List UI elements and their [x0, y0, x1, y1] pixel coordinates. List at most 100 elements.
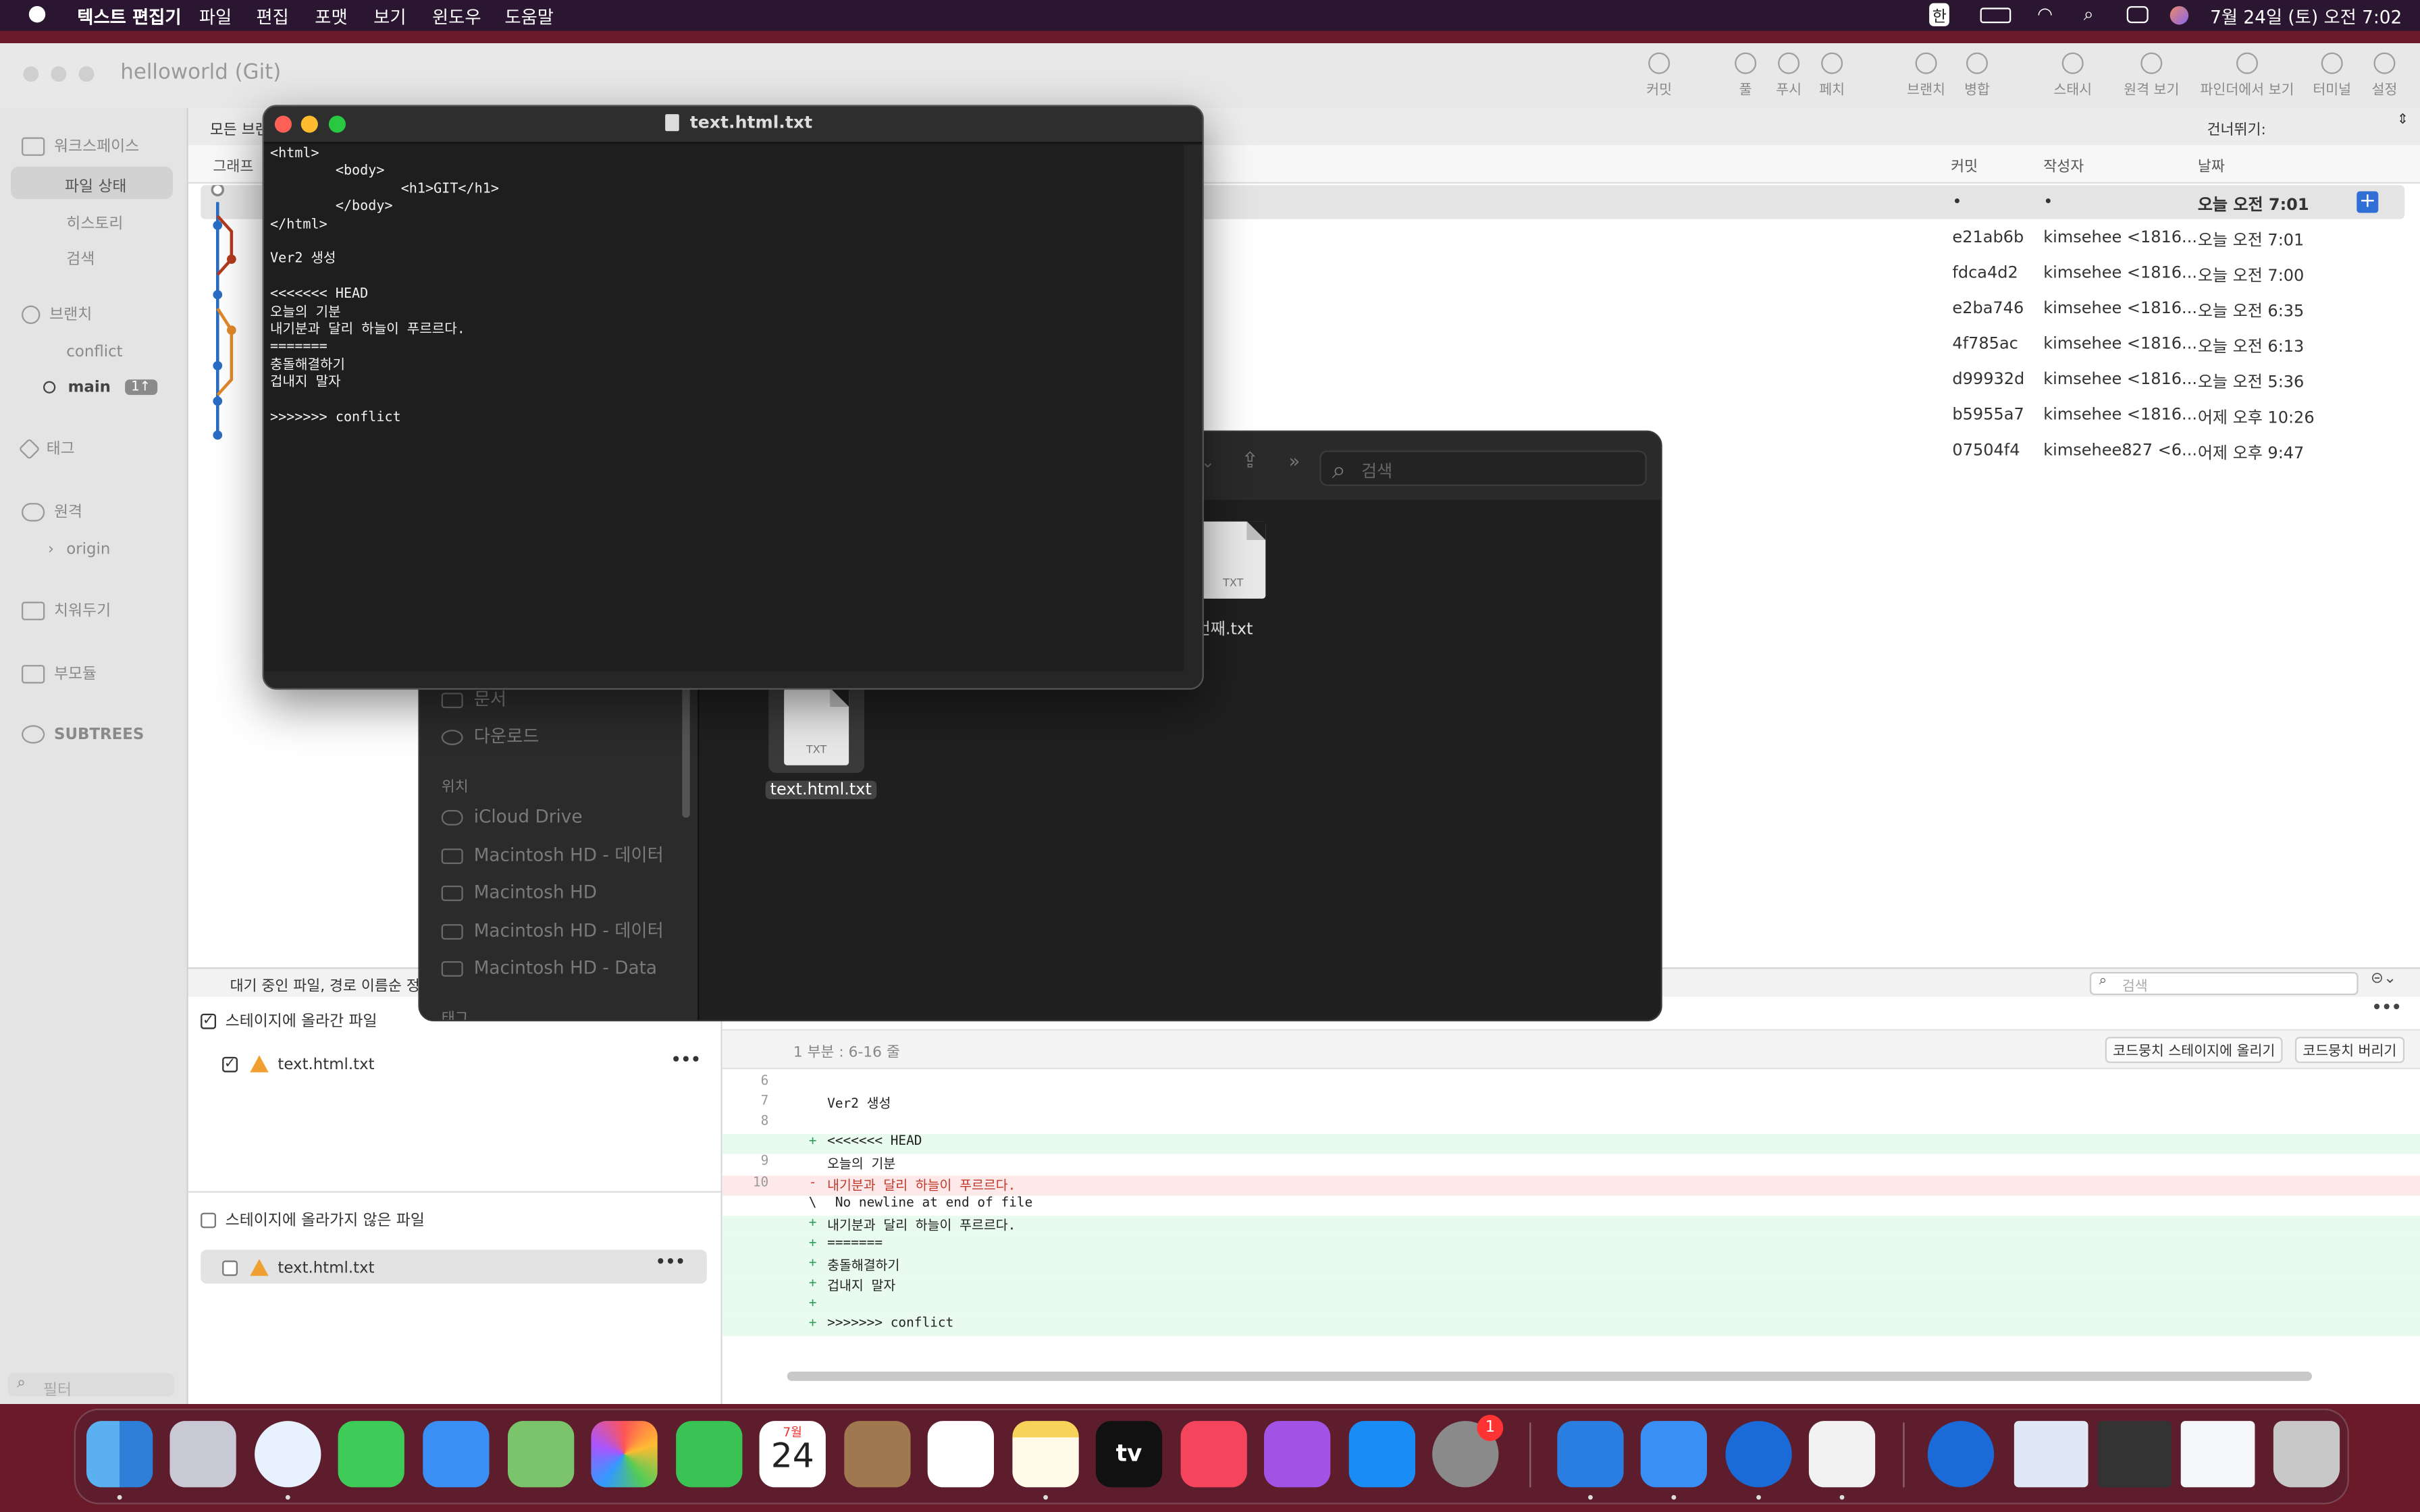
- merge-button[interactable]: 병합: [1943, 52, 2011, 99]
- sidebar-item-history[interactable]: 히스토리: [66, 210, 123, 233]
- app-store-icon[interactable]: [1348, 1421, 1415, 1488]
- unstaged-file-row[interactable]: text.html.txt •••: [201, 1249, 707, 1284]
- vertical-scrollbar[interactable]: [1184, 144, 1203, 673]
- sidebar-tags[interactable]: 태그: [18, 435, 75, 460]
- contacts-icon[interactable]: [844, 1421, 911, 1488]
- sidebar-item-conflict[interactable]: conflict: [66, 344, 122, 361]
- sidebar-remotes[interactable]: 원격: [22, 498, 82, 522]
- music-icon[interactable]: [1180, 1421, 1247, 1488]
- minimized-window-thumbnail[interactable]: [2014, 1421, 2088, 1488]
- discard-hunk-button[interactable]: 코드뭉치 버리기: [2294, 1037, 2404, 1063]
- minimized-window-thumbnail[interactable]: [2180, 1421, 2255, 1488]
- fetch-button[interactable]: 페치: [1798, 52, 1866, 99]
- close-button[interactable]: [274, 115, 292, 133]
- sidebar-filter-field[interactable]: ⌕ 필터: [7, 1373, 175, 1399]
- wifi-icon[interactable]: ◠: [2037, 3, 2053, 25]
- sourcetree-icon[interactable]: [1725, 1421, 1792, 1488]
- file-text-html-txt[interactable]: TXT: [784, 688, 849, 765]
- textedit-icon[interactable]: [1808, 1421, 1876, 1488]
- safari-icon[interactable]: [255, 1421, 321, 1488]
- zoom-button[interactable]: [78, 66, 95, 82]
- add-icon[interactable]: +: [2357, 191, 2379, 213]
- sidebar-item-file-status[interactable]: 파일 상태: [11, 166, 173, 199]
- input-source-indicator[interactable]: 한: [1929, 3, 1950, 26]
- branch-filter-dropdown[interactable]: 모든 브랜: [210, 117, 269, 139]
- maps-icon[interactable]: [508, 1421, 575, 1488]
- control-center-icon[interactable]: [2126, 6, 2149, 24]
- sidebar-scrollbar[interactable]: [682, 678, 690, 818]
- facetime-icon[interactable]: [676, 1421, 743, 1488]
- sidebar-branches[interactable]: 브랜치: [22, 301, 92, 325]
- sidebar-item-search[interactable]: 검색: [66, 245, 95, 269]
- trash-icon[interactable]: [2273, 1421, 2340, 1488]
- menu-format[interactable]: 포맷: [315, 5, 347, 30]
- menu-app-name[interactable]: 텍스트 편집기: [77, 5, 181, 30]
- finder-icon[interactable]: [86, 1421, 153, 1488]
- finder-item-downloads[interactable]: 다운로드: [441, 724, 539, 749]
- diff-options-icon[interactable]: •••: [2372, 1000, 2402, 1017]
- col-graph[interactable]: 그래프: [213, 155, 253, 176]
- menu-clock[interactable]: 7월 24일 (토) 오전 7:02: [2210, 5, 2402, 30]
- finder-location-hd-data-1[interactable]: Macintosh HD - 데이터: [441, 842, 664, 867]
- finder-search-field[interactable]: ⌕ 검색: [1319, 450, 1647, 487]
- close-button[interactable]: [23, 66, 39, 82]
- search-icon[interactable]: ⌕: [2084, 3, 2094, 26]
- battery-icon[interactable]: [1980, 7, 2011, 24]
- file-actions-icon[interactable]: •••: [671, 1052, 701, 1069]
- reminders-icon[interactable]: [927, 1421, 995, 1488]
- file-2nd-txt[interactable]: TXT: [1201, 521, 1266, 599]
- stage-hunk-button[interactable]: 코드뭉치 스테이지에 올리기: [2105, 1037, 2283, 1063]
- minimize-button[interactable]: [51, 66, 67, 82]
- file-search-field[interactable]: ⌕ 검색: [2089, 972, 2359, 996]
- finder-location-icloud[interactable]: iCloud Drive: [441, 805, 583, 827]
- col-commit[interactable]: 커밋: [1951, 155, 1978, 176]
- notes-icon[interactable]: [1012, 1421, 1079, 1488]
- finder-location-hd[interactable]: Macintosh HD: [441, 881, 597, 902]
- file-actions-icon[interactable]: •••: [656, 1254, 685, 1271]
- launchpad-icon[interactable]: [169, 1421, 236, 1488]
- staged-checkbox[interactable]: ✓: [201, 1013, 216, 1029]
- finder-location-hd-data-3[interactable]: Macintosh HD - Data: [441, 956, 657, 978]
- simulator-icon[interactable]: [1640, 1421, 1707, 1488]
- staged-files-header[interactable]: ✓ 스테이지에 올라간 파일: [201, 1008, 377, 1031]
- staged-file-checkbox[interactable]: ✓: [222, 1056, 238, 1072]
- menu-file[interactable]: 파일: [199, 5, 232, 30]
- menu-help[interactable]: 도움말: [504, 5, 554, 30]
- sidebar-stash[interactable]: 치워두기: [22, 597, 111, 620]
- share-icon[interactable]: ⇪: [1241, 449, 1259, 474]
- minimized-window-thumbnail[interactable]: [2097, 1421, 2172, 1488]
- col-author[interactable]: 작성자: [2043, 155, 2084, 176]
- staged-file-row[interactable]: ✓ text.html.txt •••: [222, 1052, 701, 1073]
- apple-icon[interactable]: ●: [28, 1, 47, 26]
- finder-item-documents[interactable]: 문서: [441, 686, 506, 711]
- textedit-content[interactable]: <html> <body> <h1>GIT</h1> </body> </htm…: [270, 146, 1181, 671]
- sidebar-subtrees[interactable]: SUBTREES: [22, 725, 144, 744]
- finder-location-hd-data-2[interactable]: Macintosh HD - 데이터: [441, 918, 664, 943]
- menu-edit[interactable]: 편집: [256, 5, 288, 30]
- mail-icon[interactable]: [423, 1421, 490, 1488]
- sidebar-item-main[interactable]: main: [43, 379, 111, 396]
- menu-view[interactable]: 보기: [373, 5, 406, 30]
- commit-button[interactable]: 커밋: [1625, 52, 1693, 99]
- unstaged-file-checkbox[interactable]: [222, 1260, 238, 1276]
- zoom-button[interactable]: [328, 115, 346, 133]
- messages-icon[interactable]: [338, 1421, 404, 1488]
- horizontal-scrollbar[interactable]: [787, 1372, 2313, 1381]
- calendar-icon[interactable]: 7월 24: [759, 1421, 826, 1488]
- minimize-button[interactable]: [300, 115, 318, 133]
- photos-icon[interactable]: [591, 1421, 658, 1488]
- apple-tv-icon[interactable]: tv: [1095, 1421, 1163, 1488]
- unstaged-checkbox[interactable]: [201, 1212, 216, 1228]
- show-in-finder-button[interactable]: 파인더에서 보기: [2197, 52, 2298, 99]
- menu-window[interactable]: 윈도우: [432, 5, 481, 30]
- more-toolbar-icon[interactable]: »: [1289, 450, 1300, 472]
- file-text-html-txt-label[interactable]: text.html.txt: [765, 780, 876, 799]
- horizontal-scrollbar[interactable]: [263, 671, 1203, 688]
- settings-button[interactable]: 설정: [2350, 52, 2419, 99]
- sidebar-item-origin[interactable]: › origin: [48, 541, 111, 558]
- show-remote-button[interactable]: 원격 보기: [2118, 52, 2186, 99]
- pending-sort-label[interactable]: 대기 중인 파일, 경로 이름순 정렬: [230, 973, 433, 995]
- sourcetree-minimized-icon[interactable]: [1927, 1421, 1995, 1488]
- view-options-icon[interactable]: ⊝⌄: [2371, 971, 2396, 988]
- siri-icon[interactable]: [2169, 6, 2189, 25]
